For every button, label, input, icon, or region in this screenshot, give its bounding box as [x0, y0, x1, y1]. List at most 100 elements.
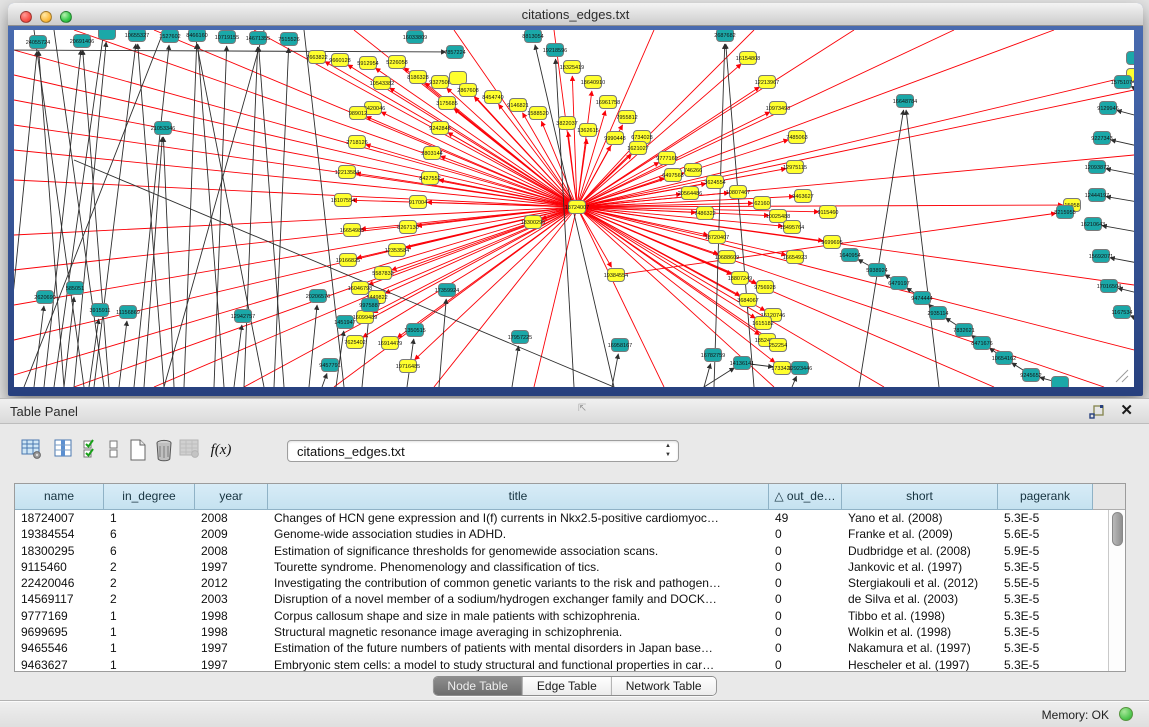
window-titlebar[interactable]: citations_edges.txt — [8, 3, 1143, 26]
delete-column-button[interactable] — [152, 438, 176, 462]
graph-node[interactable] — [1052, 377, 1069, 388]
column-header[interactable]: pagerank — [998, 484, 1093, 510]
edge-black[interactable] — [74, 42, 106, 387]
edge-black[interactable] — [259, 47, 284, 387]
table-row[interactable]: 969969511998Structural magnetic resonanc… — [15, 624, 1108, 640]
deselect-all-button[interactable] — [102, 438, 126, 462]
edge-red[interactable] — [385, 207, 577, 293]
edge-black[interactable] — [89, 319, 99, 387]
table-mode-button[interactable] — [20, 438, 44, 462]
edge-red[interactable] — [577, 207, 783, 226]
graph-node[interactable] — [450, 72, 467, 85]
scrollbar-thumb[interactable] — [1112, 512, 1123, 546]
edge-black[interactable] — [439, 299, 446, 387]
table-row[interactable]: 946362711997Embryonic stem cells: a mode… — [15, 657, 1108, 671]
edge-black[interactable] — [1111, 140, 1134, 146]
edge-black[interactable] — [184, 44, 197, 387]
column-header[interactable]: short — [842, 484, 998, 510]
table-row[interactable]: 1872400712008Changes of HCN gene express… — [15, 510, 1108, 526]
table-row[interactable]: 911546021997Tourette syndrome. Phenomeno… — [15, 559, 1108, 575]
edge-black[interactable] — [234, 325, 242, 387]
edge-black[interactable] — [906, 110, 939, 387]
edge-red[interactable] — [577, 207, 757, 283]
edge-black[interactable] — [14, 50, 446, 52]
table-row[interactable]: 946554611997Estimation of the future num… — [15, 640, 1108, 656]
float-panel-icon[interactable] — [1089, 404, 1105, 420]
edge-black[interactable] — [512, 346, 519, 387]
edge-black[interactable] — [304, 30, 344, 387]
table-cell: 5.3E-5 — [998, 624, 1093, 640]
edge-black[interactable] — [1106, 169, 1134, 175]
edge-black[interactable] — [309, 305, 317, 387]
new-column-button[interactable] — [126, 438, 150, 462]
column-header[interactable]: name — [15, 484, 104, 510]
memory-status-label: Memory: OK — [1042, 708, 1109, 722]
edge-black[interactable] — [1106, 197, 1134, 202]
edge-red[interactable] — [406, 207, 577, 248]
table-row[interactable]: 1456911722003Disruption of a novel membe… — [15, 591, 1108, 607]
edge-red[interactable] — [577, 77, 1126, 207]
edge-black[interactable] — [138, 44, 164, 387]
splitter-grip-icon[interactable]: ⇱ — [578, 403, 590, 415]
edge-black[interactable] — [164, 30, 264, 387]
column-header[interactable]: △ out_de… — [769, 484, 842, 510]
edge-red[interactable] — [577, 30, 1054, 207]
edge-black[interactable] — [726, 44, 754, 387]
column-header[interactable]: year — [195, 484, 268, 510]
select-all-button[interactable] — [80, 438, 104, 462]
column-header[interactable]: in_degree — [104, 484, 195, 510]
edge-black[interactable] — [1102, 226, 1134, 232]
table-row[interactable]: 977716911998Corpus callosum shape and si… — [15, 608, 1108, 624]
edge-black[interactable] — [14, 51, 37, 387]
edge-black[interactable] — [612, 354, 618, 387]
edge-red[interactable] — [577, 90, 1134, 207]
network-graph[interactable]: 1872400718300295193845547663822966012859… — [14, 30, 1134, 387]
edge-black[interactable] — [24, 30, 164, 387]
table-row[interactable]: 2242004622012Investigating the contribut… — [15, 575, 1108, 591]
table-row[interactable]: 1938455462009Genome-wide association stu… — [15, 526, 1108, 542]
selector-spinner-icon[interactable]: ▲▼ — [665, 442, 671, 460]
tab-edge-table[interactable]: Edge Table — [523, 677, 612, 695]
edge-black[interactable] — [792, 376, 797, 387]
edge-red[interactable] — [254, 30, 577, 207]
edge-red[interactable] — [417, 207, 577, 226]
graph-node-label: 19716485 — [396, 364, 420, 370]
delete-table-button[interactable] — [178, 438, 202, 462]
edge-black[interactable] — [44, 50, 81, 387]
edge-black[interactable] — [362, 314, 369, 387]
edge-red[interactable] — [577, 207, 1134, 350]
network-view-canvas[interactable]: 1872400718300295193845547663822966012859… — [14, 30, 1134, 387]
edge-red[interactable] — [577, 207, 1104, 387]
show-columns-button[interactable] — [52, 438, 76, 462]
edge-red[interactable] — [14, 180, 577, 207]
edge-black[interactable] — [1110, 258, 1134, 263]
edge-red[interactable] — [577, 207, 884, 387]
table-cell: 5.6E-5 — [998, 526, 1093, 542]
close-panel-icon[interactable]: ✕ — [1120, 401, 1133, 419]
edge-black[interactable] — [163, 137, 174, 387]
edge-black[interactable] — [64, 297, 74, 387]
tab-network-table[interactable]: Network Table — [612, 677, 716, 695]
edge-black[interactable] — [274, 48, 289, 387]
edge-black[interactable] — [556, 59, 574, 387]
edge-black[interactable] — [244, 47, 258, 387]
edge-red[interactable] — [14, 207, 577, 235]
column-header[interactable]: title — [268, 484, 769, 510]
function-builder-button[interactable]: f(x) — [206, 438, 236, 462]
graph-node-label: 10543382 — [370, 81, 394, 87]
table-selector[interactable]: citations_edges.txt ▲▼ — [287, 440, 679, 462]
edge-black[interactable] — [119, 321, 127, 387]
edge-black[interactable] — [34, 306, 44, 387]
resize-grip-icon[interactable] — [1116, 370, 1128, 382]
tab-node-table[interactable]: Node Table — [433, 677, 523, 695]
edge-red[interactable] — [366, 145, 577, 207]
edge-black[interactable] — [134, 45, 169, 387]
graph-node[interactable] — [99, 30, 116, 40]
table-scrollbar[interactable] — [1108, 510, 1125, 671]
edge-black[interactable] — [1117, 110, 1134, 116]
graph-node[interactable] — [1127, 52, 1135, 65]
edge-black[interactable] — [194, 30, 264, 387]
graph-node-label: 21053346 — [151, 126, 175, 132]
edge-black[interactable] — [322, 373, 327, 387]
table-row[interactable]: 1830029562008Estimation of significance … — [15, 543, 1108, 559]
